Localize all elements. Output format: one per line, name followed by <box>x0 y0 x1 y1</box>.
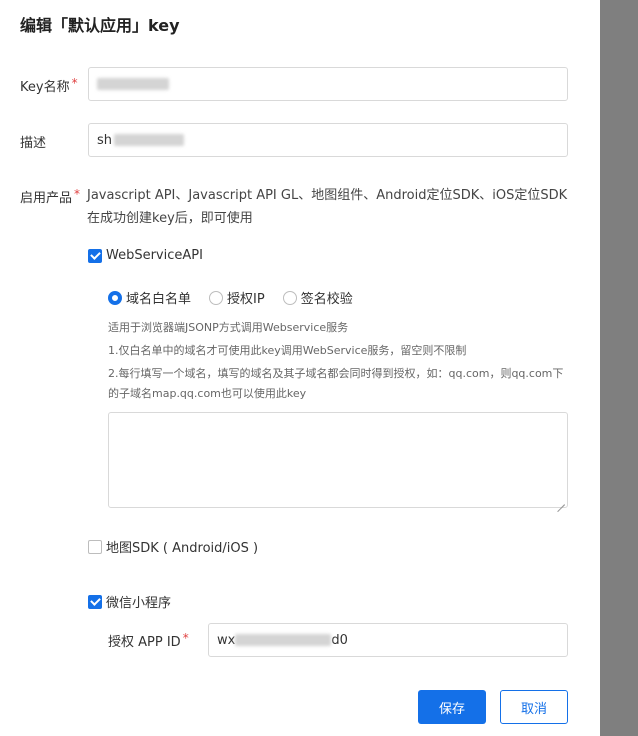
overlay-backdrop <box>600 0 638 736</box>
wechat-miniprogram-checkbox[interactable]: 微信小程序 <box>88 592 171 611</box>
resize-handle-icon[interactable] <box>557 497 565 505</box>
app-id-label: 授权 APP ID * <box>108 631 189 650</box>
map-sdk-checkbox[interactable]: 地图SDK ( Android/iOS ) <box>88 537 258 556</box>
key-name-label: Key名称 * <box>20 76 78 95</box>
edit-key-dialog: 编辑「默认应用」key Key名称 * 描述 sh 启用产品 * Javascrip… <box>0 0 600 736</box>
checkbox-checked-icon <box>88 248 102 263</box>
product-label: 启用产品 * <box>20 187 81 206</box>
domain-whitelist-textarea[interactable] <box>108 412 568 508</box>
required-mark: * <box>74 187 81 201</box>
webservice-help-line-2: 1.仅白名单中的域名才可使用此key调用WebService服务，留空则不限制 <box>108 344 467 357</box>
checkbox-checked-icon <box>88 594 102 609</box>
app-id-input[interactable]: wx d0 <box>208 623 568 657</box>
dialog-title: 编辑「默认应用」key <box>20 16 180 35</box>
required-mark: * <box>71 76 78 90</box>
key-name-input[interactable] <box>88 67 568 101</box>
checkbox-empty-icon <box>88 539 102 554</box>
radio-auth-ip[interactable]: 授权IP <box>209 288 265 307</box>
radio-domain-whitelist[interactable]: 域名白名单 <box>108 288 191 307</box>
radio-empty-icon <box>209 290 224 305</box>
webservice-api-checkbox[interactable]: WebServiceAPI <box>88 248 203 263</box>
radio-selected-icon <box>108 290 122 305</box>
redacted-key-name <box>97 78 169 90</box>
desc-label: 描述 <box>20 136 47 151</box>
redacted-app-id <box>235 634 332 646</box>
product-description: Javascript API、Javascript API GL、地图组件、An… <box>87 188 568 226</box>
redacted-desc <box>114 134 185 146</box>
desc-input[interactable]: sh <box>88 123 568 157</box>
webservice-help-line-3: 2.每行填写一个域名，填写的域名及其子域名都会同时得到授权，如：qq.com，则… <box>108 367 564 400</box>
webservice-help-line-1: 适用于浏览器端JSONP方式调用Webservice服务 <box>108 321 349 334</box>
save-button[interactable]: 保存 <box>418 690 486 724</box>
radio-empty-icon <box>282 290 297 305</box>
required-mark: * <box>182 631 189 645</box>
webservice-auth-radio-group: 域名白名单 授权IP 签名校验 <box>108 288 353 307</box>
radio-signature[interactable]: 签名校验 <box>282 288 353 307</box>
cancel-button[interactable]: 取消 <box>500 690 568 724</box>
